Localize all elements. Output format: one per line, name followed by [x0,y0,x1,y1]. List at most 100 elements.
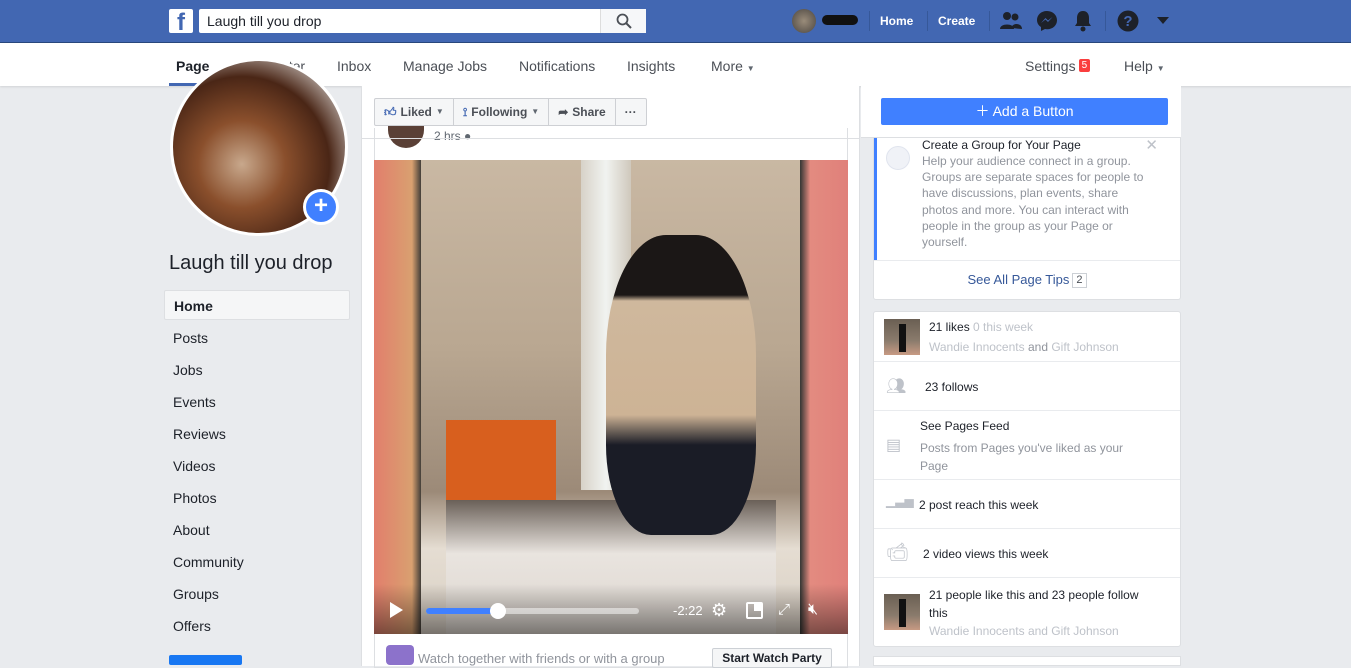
search-button[interactable] [600,9,646,33]
liker-thumbnail [884,594,920,630]
video-frame [421,160,800,634]
caret-down-icon: ▼ [1156,64,1165,73]
page-action-bar: 👍︎ Liked ▼ ⟟ Following ▼ ➦ Share ··· [374,98,647,126]
following-button[interactable]: ⟟ Following ▼ [454,99,550,125]
sidebar-item-photos[interactable]: Photos [164,482,350,512]
tab-page[interactable]: Page [176,58,209,74]
sidebar-item-home[interactable]: Home [164,290,350,320]
sidebar-item-groups[interactable]: Groups [164,578,350,608]
search-box [199,9,646,33]
tab-insights[interactable]: Insights [627,58,675,74]
add-a-button[interactable]: ＋ Add a Button [881,98,1168,125]
post-timestamp[interactable]: 2 hrs ● [434,129,471,141]
tip-accent-bar [874,138,877,260]
plus-icon: ＋ [975,103,990,119]
caret-down-icon: ▼ [531,107,540,116]
play-icon[interactable] [390,602,403,618]
video-camera-icon: 📹︎ [886,542,909,562]
sidebar-item-about[interactable]: About [164,514,350,544]
page-tip-card: Create a Group for Your Page Help your a… [873,136,1181,300]
notifications-bell-icon[interactable] [1073,10,1093,32]
post-reach-row[interactable]: ▁▃▅ 2 post reach this week [874,480,1180,529]
video-progress-slider[interactable] [426,603,639,619]
liked-label: Liked [400,105,432,119]
search-input[interactable] [199,9,599,33]
messenger-icon[interactable] [1036,10,1058,32]
news-feed-icon: ▤ [886,437,902,454]
facebook-logo-icon[interactable]: f [169,9,193,33]
person [606,235,756,535]
post-reach-text: 2 post reach this week [919,498,1039,512]
help-menu[interactable]: Help ▼ [1124,58,1165,74]
people-summary-text: 21 people like this and 23 people follow… [929,588,1139,620]
help-label: Help [1124,58,1153,74]
see-all-page-tips-link[interactable]: See All Page Tips 2 [874,260,1180,300]
tip-title[interactable]: Create a Group for Your Page [922,138,1081,152]
tab-inbox[interactable]: Inbox [337,58,371,74]
add-profile-photo-button[interactable]: + [303,189,339,225]
tab-more[interactable]: More ▼ [711,58,755,74]
divider [1105,11,1106,31]
thumbs-up-icon: 👍︎ [384,105,397,119]
search-icon [616,13,632,29]
sidebar-item-community[interactable]: Community [164,546,350,576]
page-stats-card: 21 likes 0 this week Wandie Innocents an… [873,311,1181,647]
tab-manage-jobs[interactable]: Manage Jobs [403,58,487,74]
home-link[interactable]: Home [880,14,913,28]
sidebar-item-offers[interactable]: Offers [164,610,350,640]
user-avatar[interactable] [792,9,816,33]
page-name[interactable]: Laugh till you drop [169,252,332,275]
sidebar-item-posts[interactable]: Posts [164,322,350,352]
settings-gear-icon[interactable]: ⚙ [711,601,727,619]
settings-link[interactable]: Settings 5 [1025,58,1091,74]
and-text: and [1027,340,1048,354]
video-views-text: 2 video views this week [923,547,1049,561]
sidebar-item-events[interactable]: Events [164,386,350,416]
close-icon[interactable]: ✕ [1145,136,1158,154]
video-views-row[interactable]: 📹︎ 2 video views this week [874,529,1180,578]
add-button-label: Add a Button [992,103,1074,119]
muted-speaker-icon[interactable]: 🔇︎ [808,601,818,619]
redacted-user-name[interactable] [822,15,858,25]
video-progress-handle[interactable] [490,603,507,619]
create-link[interactable]: Create [938,14,975,28]
sidebar-item-jobs[interactable]: Jobs [164,354,350,384]
tips-count: 2 [1072,273,1087,289]
help-icon[interactable]: ? [1117,10,1139,32]
liker-name[interactable]: Gift Johnson [1051,340,1118,354]
fullscreen-icon[interactable]: ⤢ [778,601,790,619]
follows-count: 23 follows [925,380,979,394]
people-names: Wandie Innocents and Gift Johnson [929,624,1119,638]
follows-row[interactable]: 👥︎ 23 follows [874,362,1180,411]
caret-down-icon: ▼ [435,107,444,116]
rss-icon: ⟟ [462,105,468,119]
sidebar-item-videos[interactable]: Videos [164,450,350,480]
video-progress-fill [426,608,499,614]
likes-count: 21 likes [929,320,970,334]
settings-badge: 5 [1078,59,1091,72]
globe-icon: ● [464,129,472,141]
sidebar-item-reviews[interactable]: Reviews [164,418,350,448]
start-watch-party-button[interactable]: Start Watch Party [712,648,832,668]
video-player[interactable]: -2:22 ⚙ ⤢ 🔇︎ [374,160,848,634]
likes-row[interactable]: 21 likes 0 this week Wandie Innocents an… [874,312,1180,362]
tab-notifications[interactable]: Notifications [519,58,595,74]
group-icon [886,146,910,170]
divider [927,11,928,31]
pages-feed-row[interactable]: ▤ See Pages Feed Posts from Pages you've… [874,411,1180,480]
create-page-button[interactable] [169,655,242,665]
see-all-tips-label: See All Page Tips [967,272,1070,287]
account-menu-chevron-icon[interactable] [1157,17,1169,25]
pages-feed-title: See Pages Feed [920,419,1010,433]
picture-in-picture-icon[interactable] [746,602,763,619]
friend-requests-icon[interactable] [1000,11,1022,31]
liker-name[interactable]: Wandie Innocents [929,340,1025,354]
liked-button[interactable]: 👍︎ Liked ▼ [375,99,454,125]
people-summary-row[interactable]: 21 people like this and 23 people follow… [874,578,1180,646]
tab-more-label: More [711,58,743,74]
more-options-button[interactable]: ··· [616,99,646,125]
pages-feed-subtitle: Posts from Pages you've liked as your Pa… [920,441,1124,473]
following-label: Following [471,105,528,119]
caret-down-icon: ▼ [746,64,755,73]
share-button[interactable]: ➦ Share [549,99,616,125]
